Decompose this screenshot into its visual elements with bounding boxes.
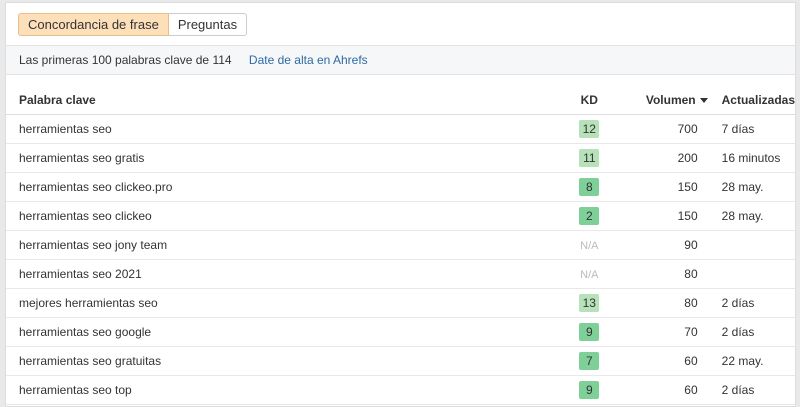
updated-cell: 2 días <box>715 317 795 347</box>
kd-cell: N/A <box>545 230 634 260</box>
results-info-bar: Las primeras 100 palabras clave de 114 D… <box>6 45 795 75</box>
table-row: herramientas seo 2021 N/A 80 <box>6 259 795 289</box>
volume-cell: 150 <box>633 172 716 202</box>
keyword-cell: herramientas seo top <box>6 375 546 405</box>
keyword-link[interactable]: herramientas seo top <box>19 383 132 397</box>
signup-ahrefs-link[interactable]: Date de alta en Ahrefs <box>249 53 368 67</box>
table-row: mejores herramientas seo 13 80 2 días <box>6 288 795 318</box>
table-body: herramientas seo 12 700 7 días herramientas … <box>6 114 795 405</box>
volume-cell: 60 <box>633 375 716 405</box>
kd-cell: 11 <box>545 143 634 173</box>
keyword-link[interactable]: herramientas seo <box>19 122 112 136</box>
kd-cell: 2 <box>545 201 634 231</box>
volume-cell: 90 <box>633 230 716 260</box>
kd-cell: 8 <box>545 172 634 202</box>
caret-down-icon <box>699 97 708 103</box>
header-volume[interactable]: Volumen <box>633 85 716 115</box>
volume-cell: 70 <box>633 317 716 347</box>
kd-cell: 9 <box>545 317 634 347</box>
kd-na-text: N/A <box>580 269 599 281</box>
volume-cell: 60 <box>633 346 716 376</box>
updated-cell: 22 may. <box>715 346 795 376</box>
kd-cell: N/A <box>545 259 634 289</box>
updated-cell: 28 may. <box>715 172 795 202</box>
keyword-tabs: Concordancia de frase Preguntas <box>18 13 248 36</box>
header-keyword[interactable]: Palabra clave <box>6 85 546 115</box>
keywords-panel: Concordancia de frase Preguntas Las prim… <box>5 2 796 407</box>
kd-badge: 8 <box>579 178 600 196</box>
kd-cell: 13 <box>545 288 634 318</box>
kd-badge: 11 <box>579 149 600 167</box>
header-updated[interactable]: Actualizadas <box>715 85 795 115</box>
table-header-row: Palabra clave KD Volumen Actualizadas <box>6 85 795 115</box>
kd-badge: 13 <box>579 294 600 312</box>
keywords-table: Palabra clave KD Volumen Actualizadas he… <box>6 85 795 405</box>
kd-badge: 2 <box>579 207 600 225</box>
keyword-link[interactable]: herramientas seo 2021 <box>19 267 142 281</box>
keyword-cell: herramientas seo clickeo <box>6 201 546 231</box>
header-volume-label: Volumen <box>645 92 696 107</box>
keyword-link[interactable]: herramientas seo jony team <box>19 238 167 252</box>
table-row: herramientas seo clickeo.pro 8 150 28 may. <box>6 172 795 202</box>
kd-badge: 9 <box>579 323 600 341</box>
updated-cell: 7 días <box>715 114 795 144</box>
updated-cell: 16 minutos <box>715 143 795 173</box>
kd-cell: 9 <box>545 375 634 405</box>
kd-badge: 9 <box>579 381 600 399</box>
keyword-cell: herramientas seo gratis <box>6 143 546 173</box>
table-row: herramientas seo gratuitas 7 60 22 may. <box>6 346 795 376</box>
updated-cell <box>715 230 795 260</box>
keyword-cell: herramientas seo google <box>6 317 546 347</box>
keyword-link[interactable]: herramientas seo google <box>19 325 151 339</box>
keyword-link[interactable]: mejores herramientas seo <box>19 296 158 310</box>
keyword-link[interactable]: herramientas seo clickeo <box>19 209 152 223</box>
table-row: herramientas seo top 9 60 2 días <box>6 375 795 405</box>
kd-badge: 12 <box>579 120 600 138</box>
kd-cell: 7 <box>545 346 634 376</box>
keyword-link[interactable]: herramientas seo gratis <box>19 151 144 165</box>
table-row: herramientas seo google 9 70 2 días <box>6 317 795 347</box>
updated-cell <box>715 259 795 289</box>
keyword-link[interactable]: herramientas seo clickeo.pro <box>19 180 172 194</box>
table-row: herramientas seo jony team N/A 90 <box>6 230 795 260</box>
table-row: herramientas seo gratis 11 200 16 minutos <box>6 143 795 173</box>
keyword-cell: herramientas seo clickeo.pro <box>6 172 546 202</box>
keyword-cell: herramientas seo <box>6 114 546 144</box>
keyword-cell: herramientas seo jony team <box>6 230 546 260</box>
tab-questions[interactable]: Preguntas <box>168 13 248 36</box>
keyword-link[interactable]: herramientas seo gratuitas <box>19 354 161 368</box>
volume-cell: 80 <box>633 259 716 289</box>
results-count-text: Las primeras 100 palabras clave de 114 <box>19 53 232 67</box>
kd-na-text: N/A <box>580 240 599 252</box>
updated-cell: 2 días <box>715 375 795 405</box>
volume-cell: 200 <box>633 143 716 173</box>
keyword-cell: mejores herramientas seo <box>6 288 546 318</box>
keyword-cell: herramientas seo 2021 <box>6 259 546 289</box>
table-row: herramientas seo clickeo 2 150 28 may. <box>6 201 795 231</box>
kd-cell: 12 <box>545 114 634 144</box>
table-row: herramientas seo 12 700 7 días <box>6 114 795 144</box>
updated-cell: 2 días <box>715 288 795 318</box>
updated-cell: 28 may. <box>715 201 795 231</box>
keyword-cell: herramientas seo gratuitas <box>6 346 546 376</box>
volume-cell: 700 <box>633 114 716 144</box>
header-kd[interactable]: KD <box>545 85 634 115</box>
volume-cell: 80 <box>633 288 716 318</box>
kd-badge: 7 <box>579 352 600 370</box>
tab-phrase-match[interactable]: Concordancia de frase <box>18 13 169 36</box>
volume-cell: 150 <box>633 201 716 231</box>
